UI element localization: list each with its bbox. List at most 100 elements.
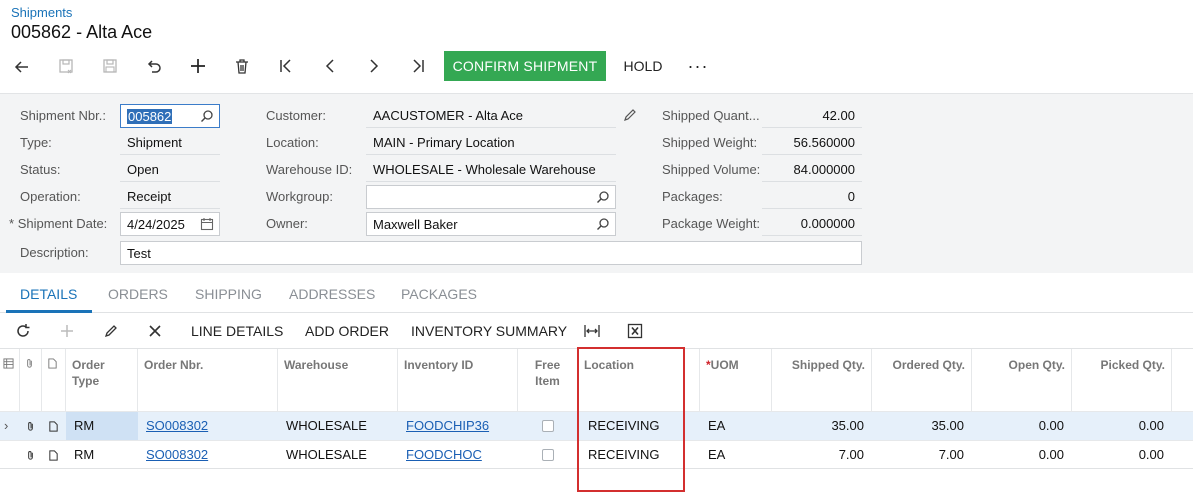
- fit-columns-icon[interactable]: [581, 320, 603, 342]
- tab-addresses[interactable]: ADDRESSES: [289, 286, 375, 302]
- packages-value: 0: [847, 189, 855, 204]
- inventory-id-header[interactable]: Inventory ID: [398, 349, 518, 411]
- workgroup-label: Workgroup:: [266, 189, 333, 204]
- shipped-qty-cell[interactable]: 7.00: [772, 441, 872, 469]
- main-toolbar: CONFIRM SHIPMENT HOLD ···: [0, 50, 1193, 82]
- last-record-icon[interactable]: [404, 50, 432, 82]
- location-header[interactable]: Location: [578, 349, 700, 411]
- uom-cell[interactable]: EA: [700, 441, 772, 469]
- shipped-volume-label: Shipped Volume:: [662, 162, 761, 177]
- description-field[interactable]: Test: [120, 241, 862, 265]
- active-tab-indicator: [6, 310, 92, 313]
- more-actions-button[interactable]: ···: [684, 51, 712, 81]
- free-item-checkbox[interactable]: [542, 449, 554, 461]
- workgroup-field[interactable]: [366, 185, 616, 209]
- order-nbr-header[interactable]: Order Nbr.: [138, 349, 278, 411]
- open-qty-cell: 0.00: [1038, 418, 1064, 433]
- warehouse-cell[interactable]: WHOLESALE: [278, 441, 398, 469]
- warehouse-id-value[interactable]: WHOLESALE - Wholesale Warehouse: [373, 162, 596, 177]
- order-type-cell[interactable]: RM: [66, 441, 138, 469]
- confirm-shipment-button[interactable]: CONFIRM SHIPMENT: [444, 51, 606, 81]
- order-type-cell[interactable]: RM: [66, 412, 138, 440]
- tab-shipping[interactable]: SHIPPING: [195, 286, 262, 302]
- free-item-header[interactable]: Free Item: [518, 349, 578, 411]
- note-icon[interactable]: [42, 412, 66, 440]
- next-record-icon[interactable]: [360, 50, 388, 82]
- type-value: Shipment: [127, 135, 182, 150]
- table-row[interactable]: RM SO008302 WHOLESALE FOODCHOC RECEIVING…: [0, 440, 1193, 469]
- uom-cell[interactable]: EA: [700, 412, 772, 440]
- hold-button[interactable]: HOLD: [612, 51, 674, 81]
- shipment-summary-form: Shipment Nbr.: 005862 Type: Shipment Sta…: [0, 93, 1193, 273]
- export-excel-icon[interactable]: [624, 320, 646, 342]
- inventory-id-link[interactable]: FOODCHIP36: [398, 412, 518, 440]
- picked-qty-header[interactable]: Picked Qty.: [1072, 349, 1172, 411]
- save-icon[interactable]: [96, 50, 124, 82]
- shipment-date-label: * Shipment Date:: [9, 216, 108, 231]
- shipment-nbr-value: 005862: [127, 109, 173, 124]
- search-icon[interactable]: [200, 109, 214, 123]
- previous-record-icon[interactable]: [316, 50, 344, 82]
- first-record-icon[interactable]: [272, 50, 300, 82]
- delete-row-icon[interactable]: [144, 320, 166, 342]
- tab-details[interactable]: DETAILS: [20, 286, 77, 302]
- warehouse-id-label: Warehouse ID:: [266, 162, 353, 177]
- add-icon[interactable]: [184, 50, 212, 82]
- note-icon[interactable]: [42, 441, 66, 469]
- undo-icon[interactable]: [140, 50, 168, 82]
- refresh-icon[interactable]: [12, 320, 34, 342]
- warehouse-header[interactable]: Warehouse: [278, 349, 398, 411]
- picked-qty-cell: 0.00: [1138, 447, 1164, 462]
- owner-label: Owner:: [266, 216, 308, 231]
- shipment-nbr-field[interactable]: 005862: [120, 104, 220, 128]
- ordered-qty-header[interactable]: Ordered Qty.: [872, 349, 972, 411]
- location-cell[interactable]: RECEIVING: [580, 441, 700, 469]
- warehouse-cell[interactable]: WHOLESALE: [278, 412, 398, 440]
- details-grid: Order Type Order Nbr. Warehouse Inventor…: [0, 348, 1193, 469]
- open-qty-header[interactable]: Open Qty.: [972, 349, 1072, 411]
- line-details-button[interactable]: LINE DETAILS: [191, 323, 283, 339]
- add-order-button[interactable]: ADD ORDER: [305, 323, 389, 339]
- row-selector-header[interactable]: [0, 349, 20, 411]
- search-icon[interactable]: [596, 217, 610, 231]
- edit-customer-icon[interactable]: [622, 107, 638, 123]
- search-icon[interactable]: [596, 190, 610, 204]
- order-nbr-link[interactable]: SO008302: [138, 441, 278, 469]
- open-qty-cell: 0.00: [1038, 447, 1064, 462]
- location-value[interactable]: MAIN - Primary Location: [373, 135, 515, 150]
- paperclip-icon: [27, 359, 32, 368]
- breadcrumb-shipments[interactable]: Shipments: [11, 5, 72, 20]
- shipment-date-field[interactable]: 4/24/2025: [120, 212, 220, 236]
- inventory-id-link[interactable]: FOODCHOC: [398, 441, 518, 469]
- delete-icon[interactable]: [228, 50, 256, 82]
- shipment-nbr-label: Shipment Nbr.:: [20, 108, 106, 123]
- shipped-weight-value: 56.560000: [793, 135, 855, 150]
- attachment-icon[interactable]: [20, 441, 42, 469]
- order-type-header[interactable]: Order Type: [66, 349, 138, 411]
- shipped-volume-value: 84.000000: [793, 162, 855, 177]
- inventory-summary-button[interactable]: INVENTORY SUMMARY: [411, 323, 567, 339]
- owner-field[interactable]: Maxwell Baker: [366, 212, 616, 236]
- save-close-icon[interactable]: [52, 50, 80, 82]
- back-icon[interactable]: [8, 50, 36, 82]
- tab-packages[interactable]: PACKAGES: [401, 286, 477, 302]
- location-cell[interactable]: RECEIVING: [580, 412, 700, 440]
- order-nbr-link[interactable]: SO008302: [138, 412, 278, 440]
- customer-value[interactable]: AACUSTOMER - Alta Ace: [373, 108, 523, 123]
- current-row-indicator-icon: ›: [4, 418, 9, 433]
- add-row-icon[interactable]: [56, 320, 78, 342]
- uom-header[interactable]: *UOM: [700, 349, 772, 411]
- edit-row-icon[interactable]: [100, 320, 122, 342]
- packages-label: Packages:: [662, 189, 723, 204]
- page-title: 005862 - Alta Ace: [11, 22, 153, 42]
- tab-orders[interactable]: ORDERS: [108, 286, 168, 302]
- status-label: Status:: [20, 162, 61, 177]
- description-label: Description:: [20, 245, 89, 260]
- free-item-checkbox[interactable]: [542, 420, 554, 432]
- column-settings-icon[interactable]: [3, 358, 14, 369]
- shipped-qty-header[interactable]: Shipped Qty.: [772, 349, 872, 411]
- shipped-qty-cell[interactable]: 35.00: [772, 412, 872, 440]
- calendar-icon[interactable]: [200, 217, 214, 231]
- attachment-icon[interactable]: [20, 412, 42, 440]
- table-row[interactable]: › RM SO008302 WHOLESALE FOODCHIP36 RECEI…: [0, 411, 1193, 440]
